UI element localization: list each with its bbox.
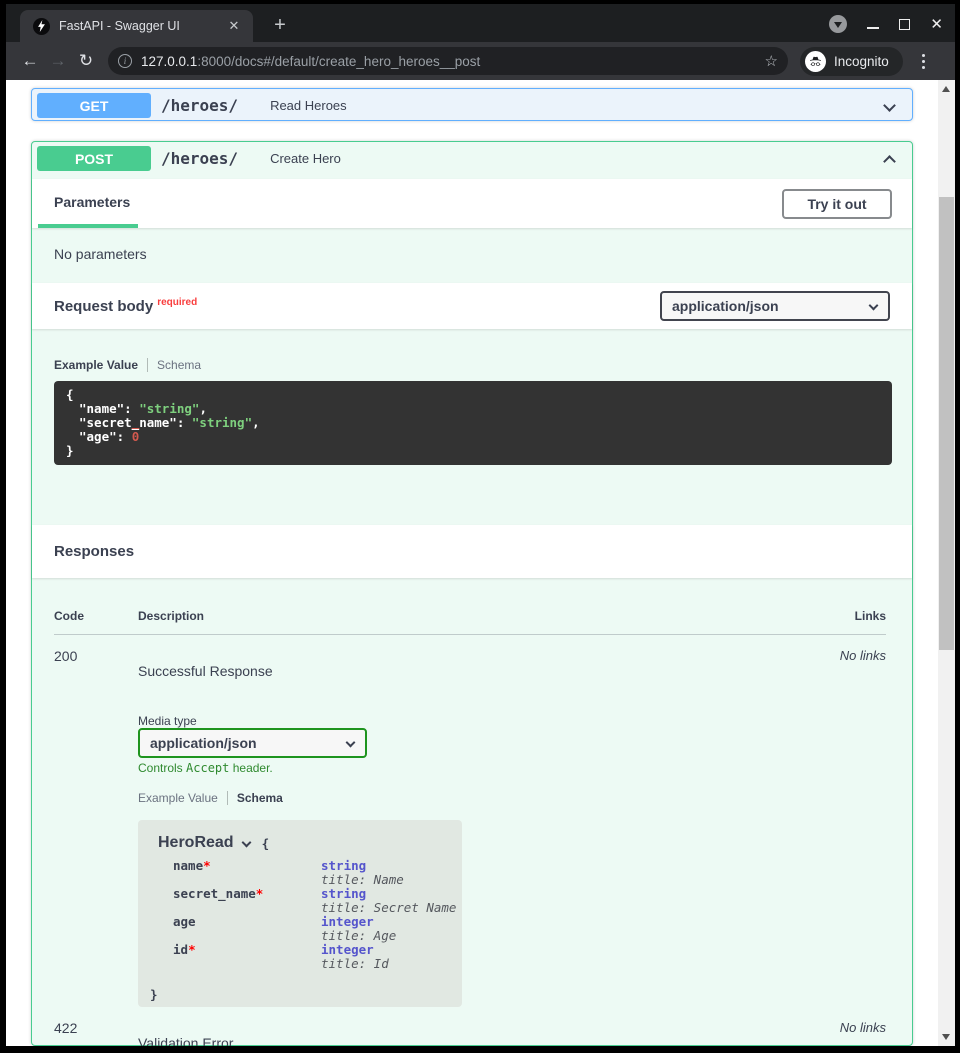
browser-menu-icon[interactable] (914, 54, 934, 69)
response-200-links: No links (840, 648, 886, 663)
table-header-divider (54, 634, 886, 635)
browser-window: FastAPI - Swagger UI ✕ + ✕ ← → ↻ i 127.0… (0, 0, 960, 1053)
model-open-brace: { (262, 836, 270, 851)
browser-toolbar: ← → ↻ i 127.0.0.1:8000/docs#/default/cre… (6, 42, 955, 80)
url-path: :8000/docs#/default/create_hero_heroes__… (197, 54, 480, 69)
response-model-tabs: Example Value Schema (138, 791, 283, 805)
media-type-label: Media type (138, 714, 197, 728)
incognito-icon (805, 51, 826, 72)
get-summary: Read Heroes (270, 98, 347, 113)
select-chevron-icon (346, 738, 356, 748)
forward-icon[interactable]: → (44, 51, 72, 71)
post-method-badge: POST (37, 146, 151, 171)
response-200-code: 200 (54, 648, 77, 664)
window-close-button[interactable]: ✕ (930, 17, 943, 32)
tab-divider (147, 358, 148, 372)
bookmark-star-icon[interactable]: ☆ (765, 52, 778, 70)
swagger-page: GET /heroes/ Read Heroes POST /heroes/ C… (6, 80, 955, 1046)
post-summary: Create Hero (270, 151, 341, 166)
response-422-description: Validation Error (138, 1035, 233, 1046)
browser-titlebar: FastAPI - Swagger UI ✕ + ✕ (6, 4, 955, 42)
opblock-get-header[interactable]: GET /heroes/ Read Heroes (32, 89, 912, 122)
request-media-type-select[interactable]: application/json (660, 291, 890, 321)
incognito-label: Incognito (834, 54, 889, 69)
model-fields: name* stringtitle: Name secret_name* str… (173, 859, 462, 971)
model-field-row: secret_name* stringtitle: Secret Name (173, 887, 462, 915)
new-tab-button[interactable]: + (268, 14, 292, 38)
required-star: * (203, 858, 211, 873)
address-bar[interactable]: i 127.0.0.1:8000/docs#/default/create_he… (108, 47, 788, 75)
opblock-post-header[interactable]: POST /heroes/ Create Hero (32, 142, 912, 175)
response-media-type-value: application/json (150, 735, 257, 751)
responses-section-header: Responses (32, 525, 912, 578)
page-scrollbar[interactable] (938, 80, 955, 1046)
col-header-code: Code (54, 609, 84, 623)
parameters-section-header: Parameters Try it out (32, 179, 912, 228)
model-field-row: name* stringtitle: Name (173, 859, 462, 887)
required-flag: required (157, 297, 197, 308)
maximize-button[interactable] (899, 19, 910, 30)
try-it-out-button[interactable]: Try it out (782, 189, 892, 219)
model-name: HeroRead (158, 834, 234, 852)
reload-icon[interactable]: ↻ (72, 51, 100, 71)
opblock-get-heroes[interactable]: GET /heroes/ Read Heroes (31, 88, 913, 121)
opblock-post-heroes: POST /heroes/ Create Hero Parameters Try… (31, 141, 913, 1046)
col-header-description: Description (138, 609, 204, 623)
tab-divider (227, 791, 228, 805)
get-method-badge: GET (37, 93, 151, 118)
model-close-brace: } (150, 987, 462, 1002)
controls-accept-note: Controls Accept header. (138, 761, 273, 775)
tab-search-icon[interactable] (829, 15, 847, 33)
no-parameters-text: No parameters (54, 246, 147, 262)
request-example-code[interactable]: { "name": "string", "secret_name": "stri… (54, 381, 892, 465)
parameters-title: Parameters (54, 194, 138, 210)
request-model-tabs: Example Value Schema (54, 358, 201, 372)
scrollbar-thumb[interactable] (939, 197, 954, 650)
tab-example-value[interactable]: Example Value (138, 791, 218, 805)
tab-title: FastAPI - Swagger UI (59, 19, 225, 33)
tab-schema[interactable]: Schema (237, 791, 283, 805)
request-body-label: Request bodyrequired (54, 297, 197, 315)
model-field-row: age integertitle: Age (173, 915, 462, 943)
response-422-code: 422 (54, 1020, 77, 1036)
responses-title: Responses (54, 543, 134, 560)
get-path: /heroes/ (161, 96, 238, 115)
tab-example-value[interactable]: Example Value (54, 358, 138, 372)
url-text[interactable]: 127.0.0.1:8000/docs#/default/create_hero… (141, 54, 757, 69)
required-star: * (256, 886, 264, 901)
model-title-row[interactable]: HeroRead { (158, 834, 462, 852)
request-body-section-header: Request bodyrequired application/json (32, 283, 912, 329)
request-media-type-value: application/json (672, 298, 779, 314)
back-icon[interactable]: ← (16, 51, 44, 71)
scroll-up-icon[interactable] (942, 86, 950, 92)
incognito-badge: Incognito (800, 47, 903, 76)
url-host: 127.0.0.1 (141, 54, 197, 69)
site-info-icon[interactable]: i (118, 54, 132, 68)
tab-schema[interactable]: Schema (157, 358, 201, 372)
select-chevron-icon (869, 301, 879, 311)
browser-tab[interactable]: FastAPI - Swagger UI ✕ (20, 10, 253, 42)
required-star: * (188, 942, 196, 957)
minimize-button[interactable] (867, 27, 879, 29)
response-200-description: Successful Response (138, 663, 273, 679)
post-path: /heroes/ (161, 149, 238, 168)
response-422-links: No links (840, 1020, 886, 1035)
model-field-row: id* integertitle: Id (173, 943, 462, 971)
fastapi-favicon-icon (33, 18, 50, 35)
tab-parameters: Parameters (38, 179, 138, 228)
heroread-model-box: HeroRead { name* stringtitle: Name secre… (138, 820, 462, 1007)
model-chevron-down-icon[interactable] (241, 837, 251, 847)
response-media-type-select[interactable]: application/json (138, 728, 367, 758)
scroll-down-icon[interactable] (942, 1034, 950, 1040)
tab-close-icon[interactable]: ✕ (225, 17, 243, 35)
col-header-links: Links (855, 609, 886, 623)
